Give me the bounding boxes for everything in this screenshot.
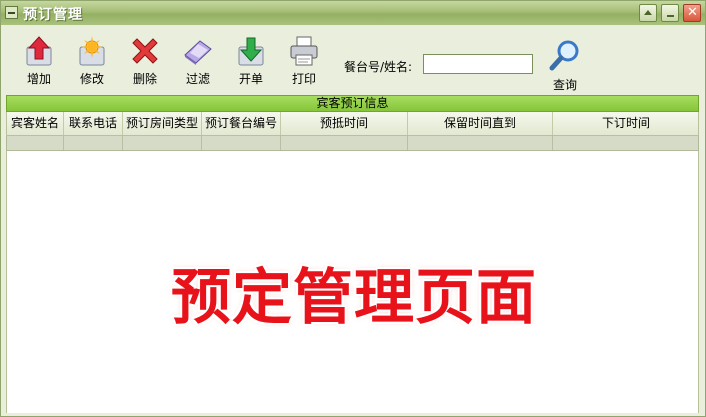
column-header-guest-name[interactable]: 宾客姓名 — [7, 112, 64, 135]
filter-button[interactable]: 过滤 — [178, 35, 218, 91]
edit-sparkle-icon — [79, 36, 105, 66]
toolbar: 增加 修改 删除 过滤 开单 打印 餐台号/姓名: 查询 — [1, 25, 705, 95]
grid-empty-row[interactable] — [6, 136, 699, 151]
system-menu-icon[interactable] — [5, 6, 18, 19]
restore-button[interactable] — [661, 4, 679, 22]
print-button-label: 打印 — [291, 72, 316, 86]
print-button[interactable]: 打印 — [284, 35, 324, 91]
edit-button[interactable]: 修改 — [72, 35, 112, 91]
query-button[interactable]: 查询 — [545, 39, 585, 99]
printer-icon — [290, 36, 318, 66]
add-button[interactable]: 增加 — [19, 35, 59, 91]
title-bar: 预订管理 ✕ — [1, 1, 705, 25]
add-button-label: 增加 — [26, 72, 51, 86]
grid-cell[interactable] — [123, 136, 202, 150]
delete-button-label: 删除 — [132, 72, 157, 86]
grid-cell[interactable] — [64, 136, 123, 150]
search-input[interactable] — [423, 54, 533, 74]
column-header-room-type[interactable]: 预订房间类型 — [123, 112, 202, 135]
open-bill-button[interactable]: 开单 — [231, 35, 271, 91]
close-icon: ✕ — [687, 5, 698, 20]
column-header-hold-until[interactable]: 保留时间直到 — [408, 112, 553, 135]
grid-cell[interactable] — [281, 136, 408, 150]
magnifier-icon — [549, 40, 579, 71]
grid-column-header: 宾客姓名 联系电话 预订房间类型 预订餐台编号 预抵时间 保留时间直到 下订时间 — [6, 112, 699, 136]
minimize-button[interactable] — [639, 4, 657, 22]
search-label: 餐台号/姓名: — [344, 60, 413, 74]
grid-cell[interactable] — [202, 136, 281, 150]
close-button[interactable]: ✕ — [683, 4, 701, 22]
delete-button[interactable]: 删除 — [125, 35, 165, 91]
open-bill-icon — [238, 37, 264, 66]
reservation-window: 预订管理 ✕ 增加 修改 删除 过滤 开单 打印 餐台号/姓名: 查询 宾客预订… — [0, 0, 706, 417]
column-header-arrival-time[interactable]: 预抵时间 — [281, 112, 408, 135]
restore-icon — [667, 15, 674, 17]
column-header-order-time[interactable]: 下订时间 — [553, 112, 699, 135]
page-caption-overlay: 预定管理页面 — [171, 263, 537, 333]
query-button-label: 查询 — [552, 78, 577, 92]
add-arrow-up-icon — [26, 36, 52, 66]
filter-funnel-icon — [184, 40, 212, 65]
delete-x-icon — [132, 38, 158, 64]
minimize-icon — [644, 10, 652, 15]
filter-button-label: 过滤 — [185, 72, 210, 86]
grid-group-header: 宾客预订信息 — [6, 95, 699, 112]
open-bill-button-label: 开单 — [238, 72, 263, 86]
edit-button-label: 修改 — [79, 72, 104, 86]
window-title: 预订管理 — [23, 7, 83, 23]
grid-cell[interactable] — [408, 136, 553, 150]
column-header-table-number[interactable]: 预订餐台编号 — [202, 112, 281, 135]
grid-cell[interactable] — [553, 136, 699, 150]
column-header-phone[interactable]: 联系电话 — [64, 112, 123, 135]
grid-cell[interactable] — [7, 136, 64, 150]
